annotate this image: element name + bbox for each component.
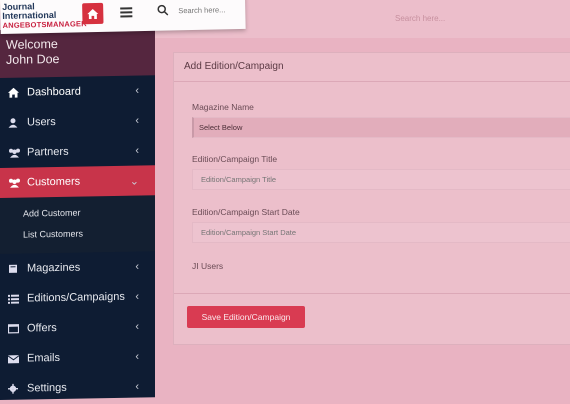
window-icon [8,323,21,335]
edition-title-input[interactable] [192,169,570,190]
users-icon [8,177,21,189]
chevron-left-icon: ‹ [135,144,139,157]
sidebar-item-editions[interactable]: Editions/Campaigns ‹ [0,281,155,314]
customers-submenu: Add Customer List Customers [0,195,155,254]
sidebar: Welcome John Doe Dashboard ‹ Users ‹ Par… [0,27,155,400]
gear-icon [8,383,21,395]
sidebar-item-customers[interactable]: Customers ⌄ [0,165,155,198]
chevron-down-icon: ⌄ [129,175,139,188]
sidebar-item-offers[interactable]: Offers ‹ [0,311,155,344]
chevron-left-icon: ‹ [135,84,139,97]
sidebar-item-label: Offers [27,322,57,335]
sidebar-item-emails[interactable]: Emails ‹ [0,341,155,374]
chevron-left-icon: ‹ [135,320,139,333]
chevron-left-icon: ‹ [135,260,139,273]
sidebar-item-magazines[interactable]: Magazines ‹ [0,251,155,284]
list-icon [8,293,21,305]
panel-divider [174,293,570,294]
sidebar-item-label: Partners [27,145,69,159]
panel-title: Add Edition/Campaign [174,53,570,82]
envelope-icon [8,353,21,365]
sidebar-item-label: Settings [27,381,67,395]
search-icon [157,4,169,16]
chevron-left-icon: ‹ [135,380,139,393]
sidebar-item-label: Magazines [27,261,81,275]
sidebar-item-users[interactable]: Users ‹ [0,105,155,138]
sidebar-item-label: Customers [27,175,81,189]
search-ghost-text: Search here... [395,14,446,23]
sidebar-item-label: Dashboard [27,85,81,99]
edition-start-date-label: Edition/Campaign Start Date [192,207,300,217]
submenu-item-add-customer[interactable]: Add Customer [0,201,155,225]
home-icon [87,8,99,19]
magazine-name-select[interactable]: Select Below [192,117,570,138]
user-icon [8,117,21,129]
sidebar-item-label: Users [27,116,56,129]
add-edition-panel: Add Edition/Campaign Magazine Name Selec… [173,52,570,345]
sidebar-item-dashboard[interactable]: Dashboard ‹ [0,75,155,108]
logo-line3: ANGEBOTSMANAGER [2,19,87,30]
save-edition-button[interactable]: Save Edition/Campaign [187,306,305,328]
home-button[interactable] [82,2,104,25]
edition-title-label: Edition/Campaign Title [192,154,278,164]
submenu-item-list-customers[interactable]: List Customers [0,222,155,246]
chevron-left-icon: ‹ [135,290,139,303]
search-input[interactable] [178,0,243,19]
ji-users-label: JI Users [192,261,224,271]
chevron-left-icon: ‹ [135,114,139,127]
sidebar-item-label: Emails [27,351,61,365]
magazine-name-label: Magazine Name [192,102,254,112]
sidebar-item-partners[interactable]: Partners ‹ [0,135,155,168]
sidebar-item-label: Editions/Campaigns [27,290,125,305]
top-header: Journal International ANGEBOTSMANAGER [0,0,246,34]
book-icon [8,263,21,275]
users-icon [8,147,21,159]
menu-toggle-icon[interactable] [120,7,133,19]
edition-start-date-input[interactable] [192,222,570,243]
user-name: John Doe [6,51,60,67]
chevron-left-icon: ‹ [135,350,139,363]
welcome-block: Welcome John Doe [0,27,155,78]
logo[interactable]: Journal International ANGEBOTSMANAGER [2,1,87,30]
sidebar-item-settings[interactable]: Settings ‹ [0,371,155,404]
home-icon [8,87,21,99]
